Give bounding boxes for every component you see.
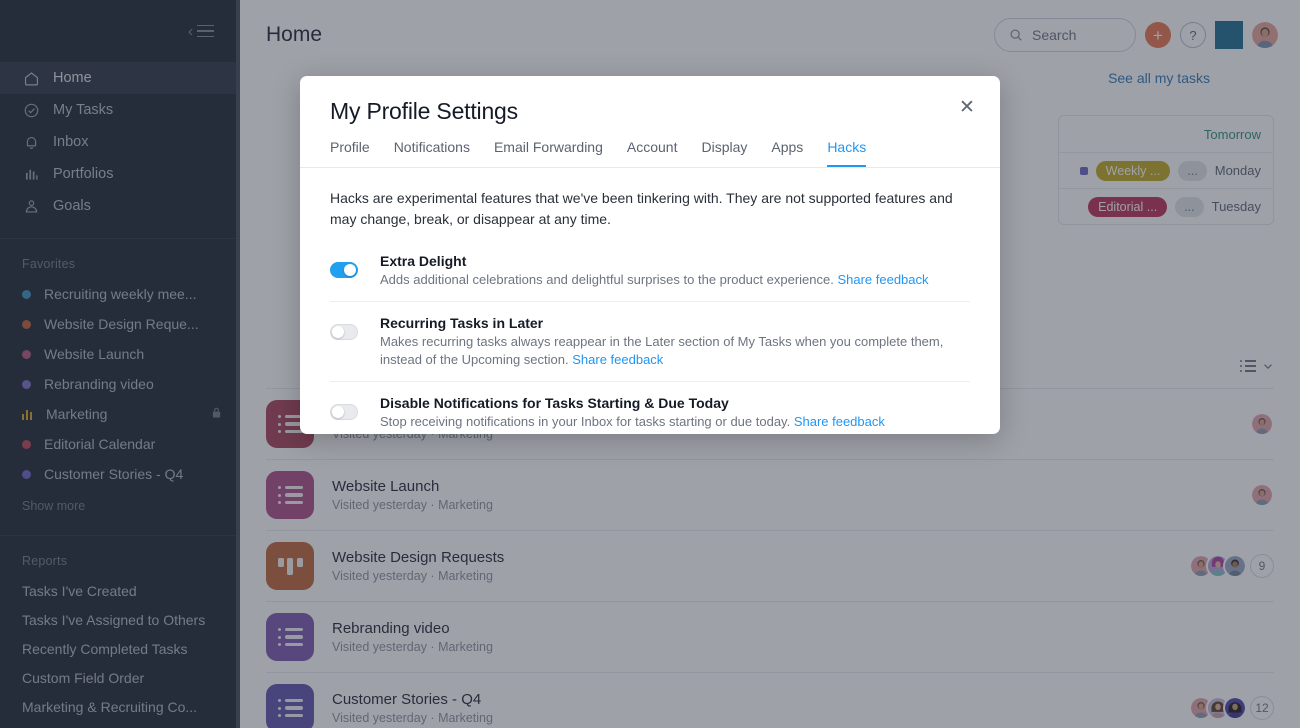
hack-text: Recurring Tasks in Later Makes recurring… bbox=[380, 315, 970, 369]
profile-settings-modal: My Profile Settings ✕ Profile Notificati… bbox=[300, 76, 1000, 434]
hack-title: Disable Notifications for Tasks Starting… bbox=[380, 395, 729, 411]
hack-row-disable-notifications: Disable Notifications for Tasks Starting… bbox=[330, 382, 970, 434]
share-feedback-link[interactable]: Share feedback bbox=[794, 414, 885, 429]
tab-email-forwarding[interactable]: Email Forwarding bbox=[494, 139, 603, 167]
hack-text: Disable Notifications for Tasks Starting… bbox=[380, 395, 885, 431]
tab-account[interactable]: Account bbox=[627, 139, 678, 167]
app-root: ‹ Home My Tasks Inbox Portfolios Goals F… bbox=[0, 0, 1300, 728]
share-feedback-link[interactable]: Share feedback bbox=[837, 272, 928, 287]
modal-header: My Profile Settings ✕ bbox=[300, 76, 1000, 125]
tab-notifications[interactable]: Notifications bbox=[394, 139, 470, 167]
toggle-disable-notifications[interactable] bbox=[330, 404, 358, 420]
tab-profile[interactable]: Profile bbox=[330, 139, 370, 167]
share-feedback-link[interactable]: Share feedback bbox=[572, 352, 663, 367]
close-icon[interactable]: ✕ bbox=[956, 98, 978, 120]
tab-apps[interactable]: Apps bbox=[771, 139, 803, 167]
hack-title: Extra Delight bbox=[380, 253, 467, 269]
hack-text: Extra Delight Adds additional celebratio… bbox=[380, 253, 929, 289]
hacks-intro: Hacks are experimental features that we'… bbox=[330, 190, 953, 227]
toggle-recurring-tasks[interactable] bbox=[330, 324, 358, 340]
modal-body: Hacks are experimental features that we'… bbox=[300, 168, 1000, 434]
hack-title: Recurring Tasks in Later bbox=[380, 315, 544, 331]
tab-display[interactable]: Display bbox=[701, 139, 747, 167]
hack-row-recurring-tasks: Recurring Tasks in Later Makes recurring… bbox=[330, 302, 970, 382]
modal-tabs: Profile Notifications Email Forwarding A… bbox=[300, 125, 1000, 168]
tab-hacks[interactable]: Hacks bbox=[827, 139, 867, 167]
modal-title: My Profile Settings bbox=[330, 98, 518, 124]
toggle-extra-delight[interactable] bbox=[330, 262, 358, 278]
hack-desc-text: Adds additional celebrations and delight… bbox=[380, 272, 838, 287]
hack-row-extra-delight: Extra Delight Adds additional celebratio… bbox=[330, 240, 970, 302]
hack-description: Makes recurring tasks always reappear in… bbox=[380, 333, 970, 369]
hack-description: Stop receiving notifications in your Inb… bbox=[380, 413, 885, 431]
hack-description: Adds additional celebrations and delight… bbox=[380, 271, 929, 289]
hack-desc-text: Stop receiving notifications in your Inb… bbox=[380, 414, 794, 429]
